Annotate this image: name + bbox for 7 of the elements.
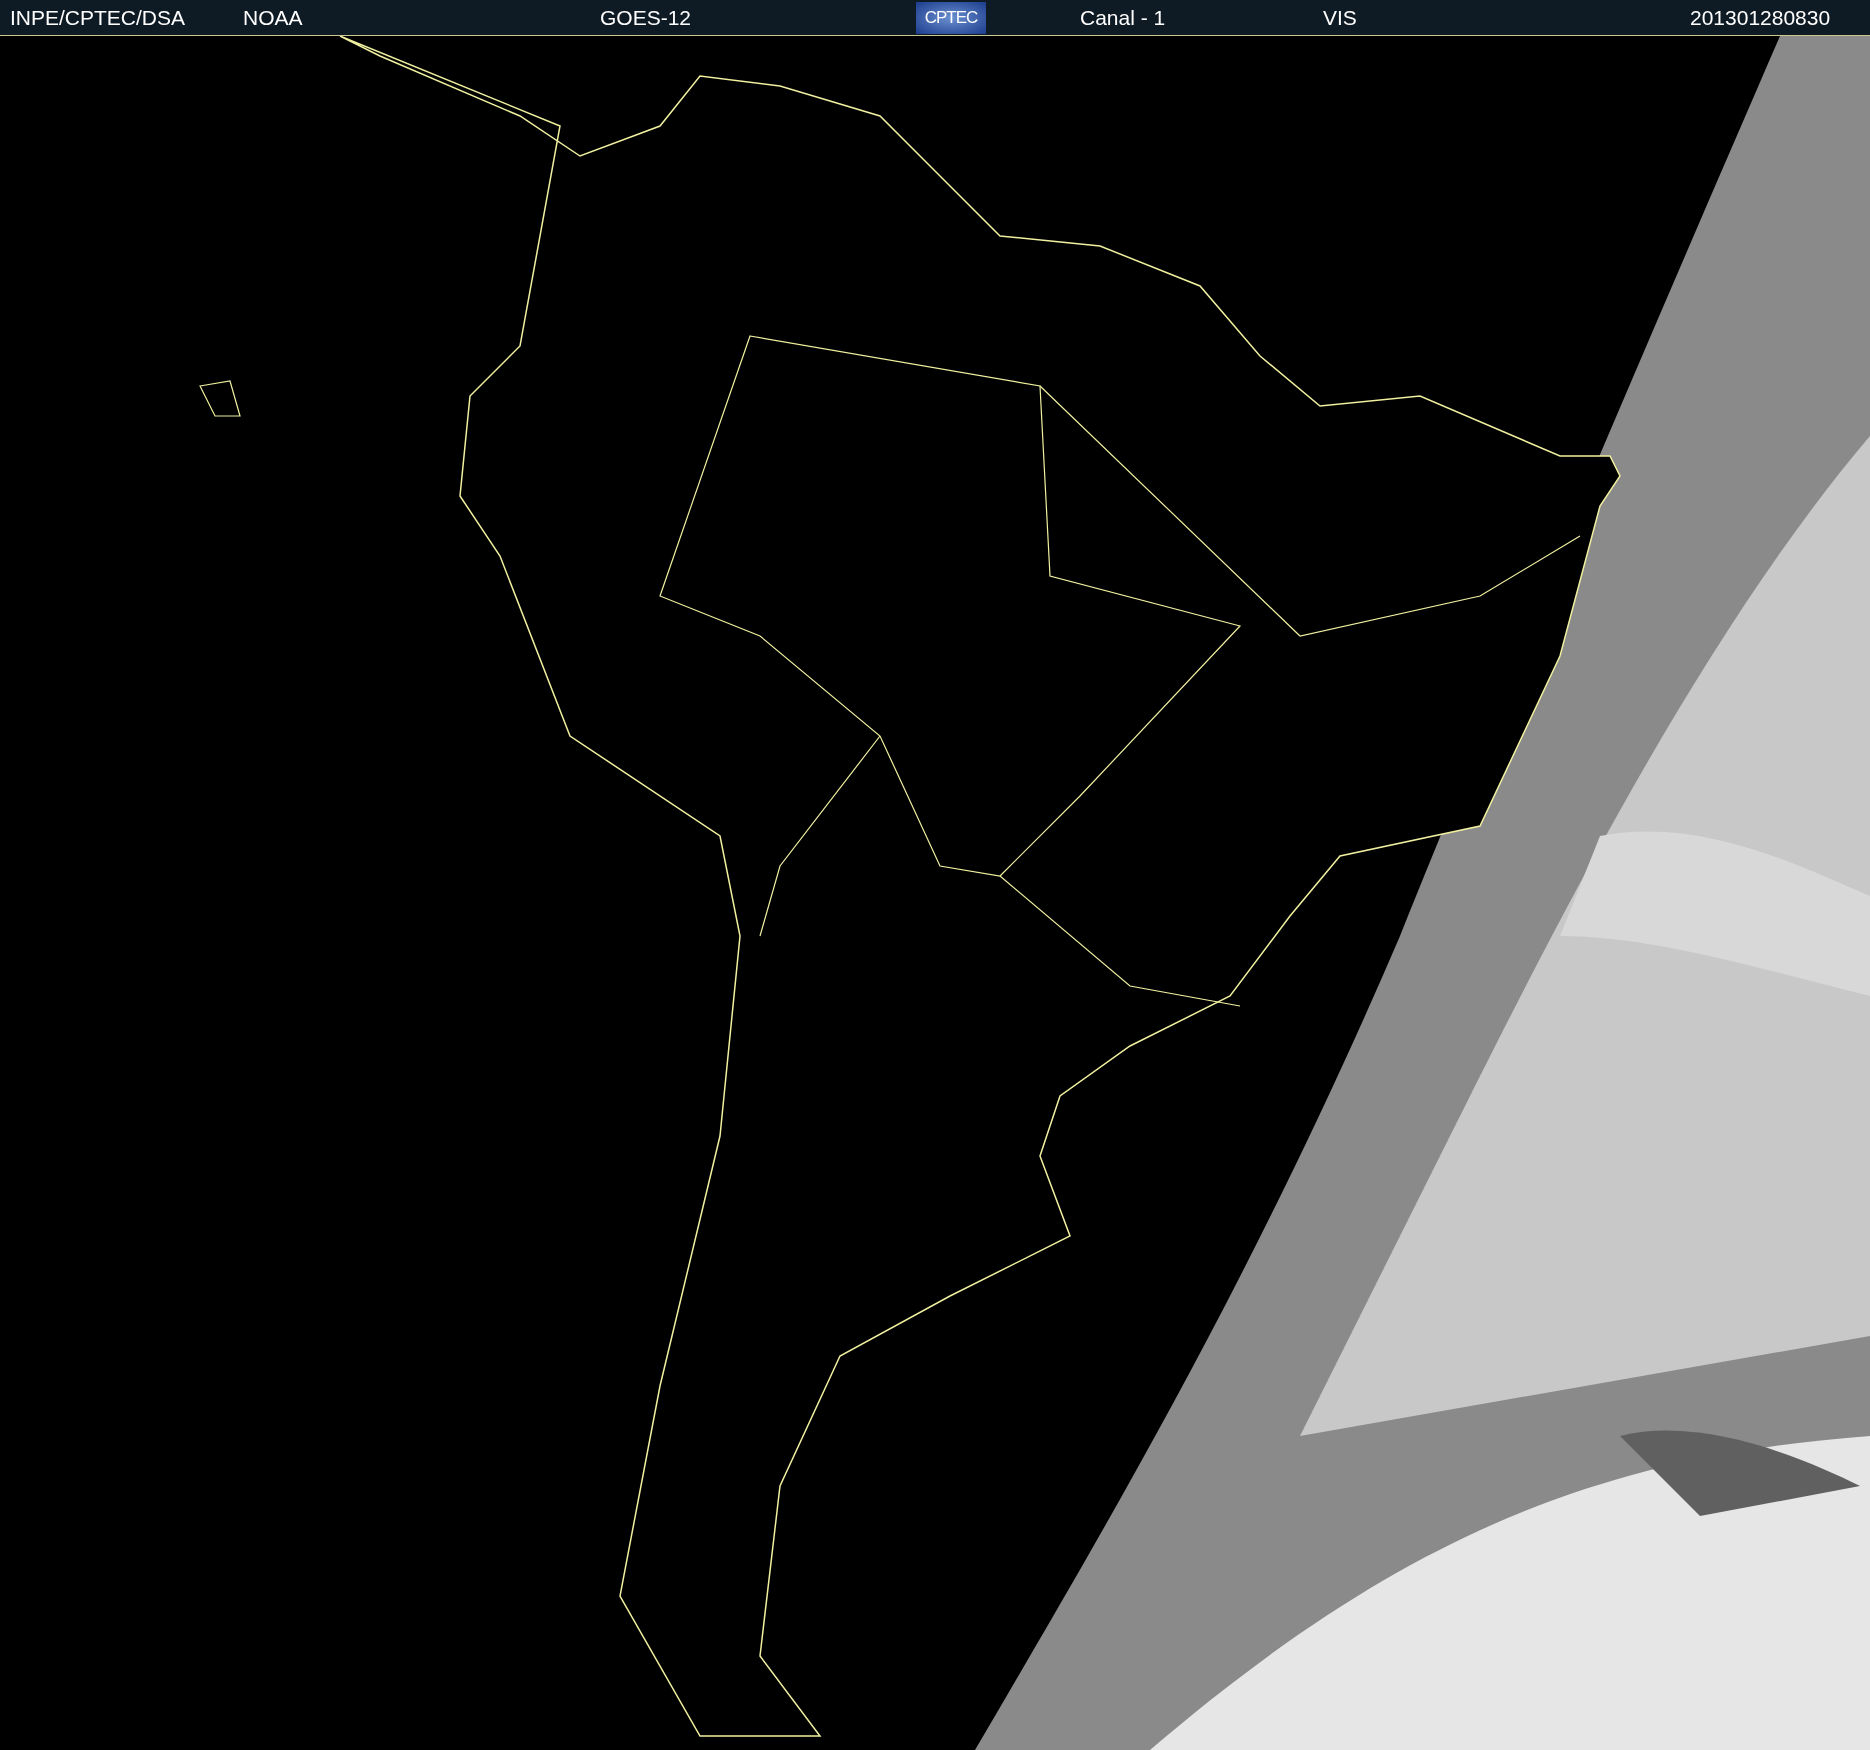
timestamp-label: 201301280830 (1690, 5, 1831, 30)
logo: CPTEC (916, 1, 986, 34)
source-label: INPE/CPTEC/DSA (10, 5, 187, 30)
satellite-label: GOES-12 (600, 5, 693, 30)
agency-label: NOAA (243, 5, 304, 30)
band-label: VIS (1323, 5, 1358, 30)
channel-label: Canal - 1 (1080, 5, 1167, 30)
